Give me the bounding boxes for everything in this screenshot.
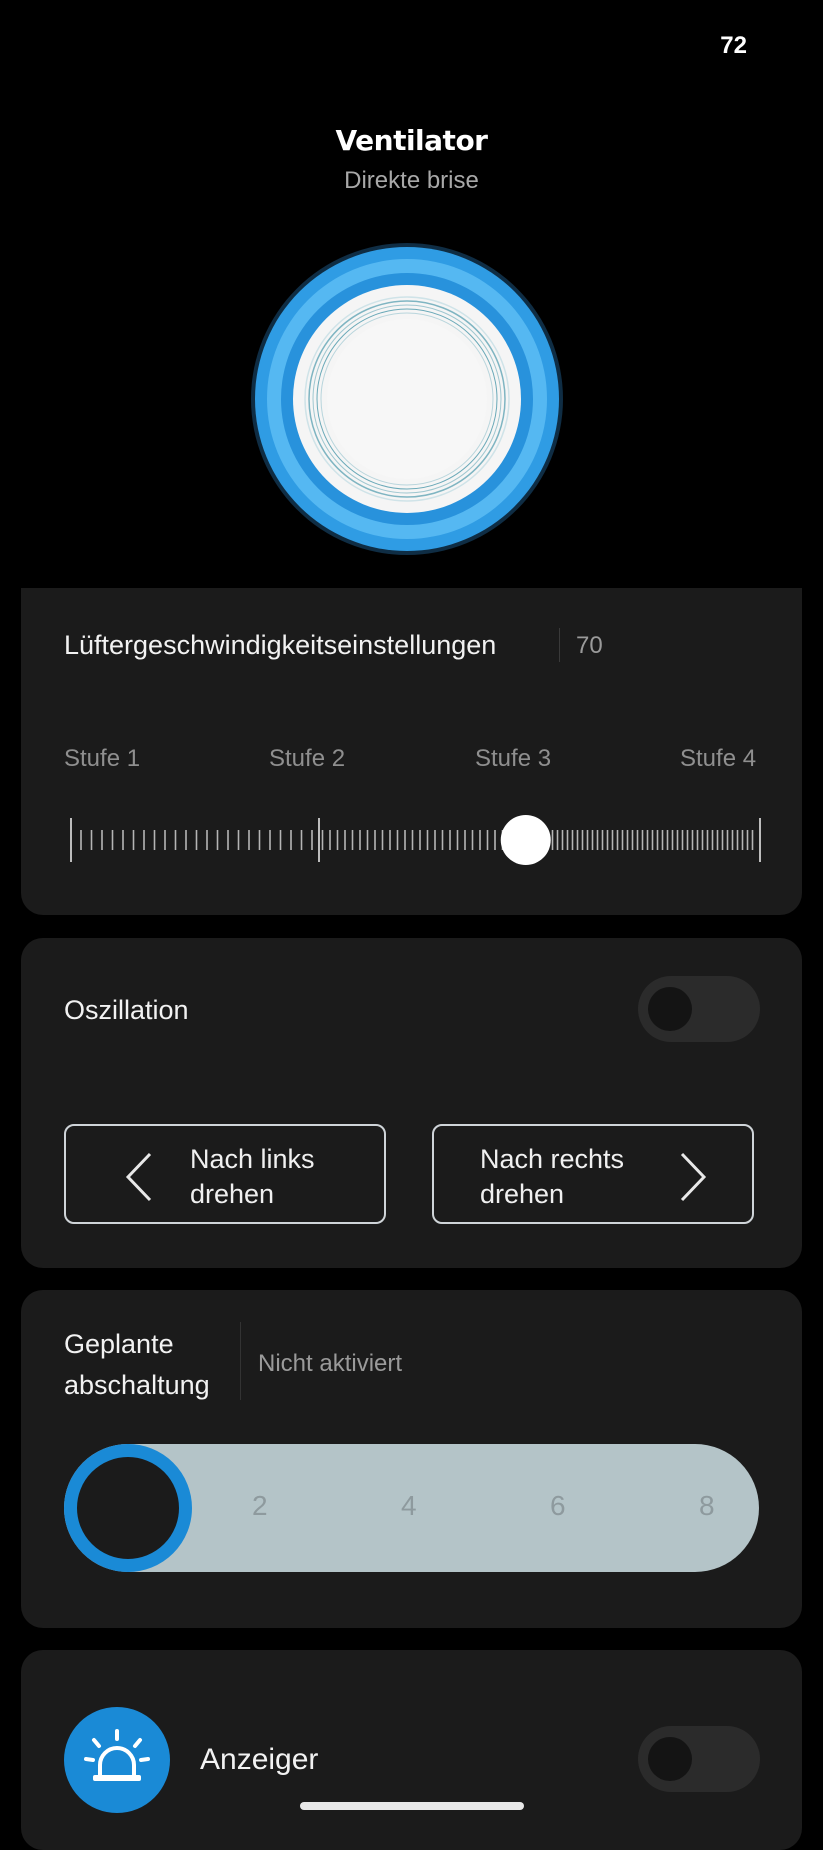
stage-label-4[interactable]: Stufe 4 [680, 745, 756, 773]
turn-left-label: Nach links drehen [190, 1144, 315, 1209]
oscillation-toggle[interactable] [638, 976, 760, 1042]
divider [559, 628, 560, 662]
timer-mark: 8 [699, 1490, 715, 1521]
alarm-light-icon [64, 1707, 170, 1813]
chevron-left-icon [125, 1152, 152, 1202]
page-title: Ventilator [335, 124, 488, 157]
shutdown-timer-slider[interactable]: 2 4 6 8 [64, 1444, 759, 1572]
timer-mark: 6 [550, 1490, 566, 1521]
scheduled-shutdown-label: Geplante abschaltung [64, 1329, 210, 1400]
fan-speed-card: Lüftergeschwindigkeitseinstellungen 70 S… [21, 588, 802, 915]
indicator-card: Anzeiger [21, 1650, 802, 1850]
fan-speed-slider-handle[interactable] [500, 815, 551, 865]
turn-right-label: Nach rechts drehen [480, 1144, 625, 1209]
oscillation-label: Oszillation [64, 995, 189, 1025]
divider [240, 1322, 241, 1400]
indicator-label: Anzeiger [200, 1743, 319, 1776]
timer-slider-handle[interactable] [64, 1444, 192, 1572]
turn-right-button[interactable]: Nach rechts drehen [432, 1124, 754, 1224]
timer-mark: 4 [401, 1490, 417, 1521]
stage-label-1[interactable]: Stufe 1 [64, 745, 140, 773]
fan-speed-title: Lüftergeschwindigkeitseinstellungen [64, 630, 497, 660]
scheduled-shutdown-status: Nicht aktiviert [258, 1350, 403, 1377]
fan-speed-slider[interactable] [66, 810, 766, 870]
indicator-toggle[interactable] [638, 1726, 760, 1792]
turn-left-button[interactable]: Nach links drehen [64, 1124, 386, 1224]
scheduled-shutdown-card: Geplante abschaltung Nicht aktiviert 2 4… [21, 1290, 802, 1628]
fan-speed-value: 70 [576, 632, 603, 659]
fan-visual[interactable] [249, 241, 565, 557]
chevron-right-icon [680, 1152, 707, 1202]
toggle-knob [648, 1737, 692, 1781]
stage-label-2[interactable]: Stufe 2 [269, 745, 345, 773]
timer-mark: 2 [252, 1490, 268, 1521]
status-number: 72 [720, 32, 747, 59]
toggle-knob [648, 987, 692, 1031]
oscillation-card: Oszillation Nach links drehen Nach recht… [21, 938, 802, 1268]
mode-subtitle: Direkte brise [344, 167, 479, 194]
stage-label-3[interactable]: Stufe 3 [475, 745, 551, 773]
home-indicator[interactable] [300, 1802, 524, 1810]
